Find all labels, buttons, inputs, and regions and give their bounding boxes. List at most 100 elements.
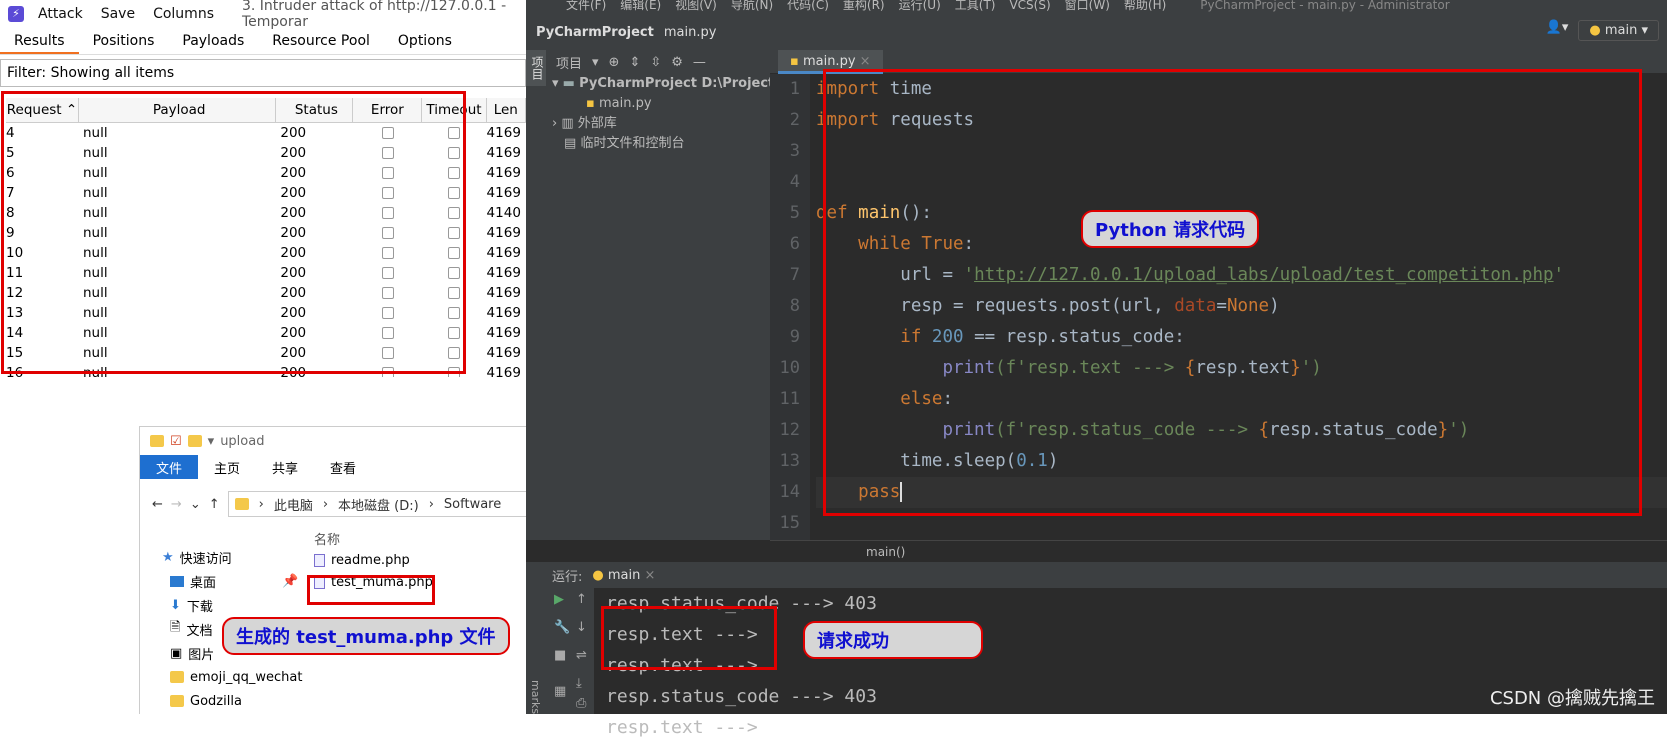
table-row[interactable]: 14 null 200 4169 [6,323,526,343]
menu-run[interactable]: 运行(U) [899,0,941,14]
up-icon[interactable]: ↑ [209,497,220,512]
table-row[interactable]: 7 null 200 4169 [6,183,526,203]
tree-root[interactable]: ▾ ▬ PyCharmProject D:\Project\Py [546,74,770,94]
table-row[interactable]: 13 null 200 4169 [6,303,526,323]
table-row[interactable]: 4 null 200 4169 [6,123,526,143]
checkbox-icon[interactable] [381,287,394,299]
gear-icon[interactable]: ⚙ [671,55,683,70]
scroll-end-icon[interactable]: ⤓ [576,676,582,691]
stop-icon[interactable]: ■ [554,648,566,663]
table-row[interactable]: 12 null 200 4169 [6,283,526,303]
checkbox-icon[interactable] [381,187,394,199]
tree-main-py[interactable]: ▪ main.py [546,94,770,114]
tab-positions[interactable]: Positions [79,28,169,54]
nav-downloads[interactable]: ⬇ 下载 [162,593,302,617]
path-this-pc[interactable]: 此电脑 [274,495,313,514]
collapse-icon[interactable]: ⇳ [650,55,661,70]
checkbox-icon[interactable] [381,247,394,259]
editor-breadcrumb[interactable]: main() [770,540,1667,562]
menu-window[interactable]: 窗口(W) [1065,0,1110,14]
col-error[interactable]: Error [353,98,423,122]
table-row[interactable]: 5 null 200 4169 [6,143,526,163]
tab-resource-pool[interactable]: Resource Pool [258,28,384,54]
checkbox-icon[interactable] [448,227,461,239]
checkbox-icon[interactable] [381,207,394,219]
print-icon[interactable]: ⎙ [576,696,586,711]
menu-navigate[interactable]: 导航(N) [731,0,773,14]
table-row[interactable]: 6 null 200 4169 [6,163,526,183]
checkbox-icon[interactable] [448,367,461,377]
rerun-icon[interactable]: ▶ [554,592,564,607]
checkbox-icon[interactable] [381,267,394,279]
dropdown-icon[interactable]: ▾ [592,55,599,70]
layout-icon[interactable]: ▦ [554,684,566,699]
project-label[interactable]: 项目 [556,53,582,72]
path-box[interactable]: › 此电脑 › 本地磁盘 (D:) › Software [227,491,527,517]
scroll-up-icon[interactable]: ↑ [576,592,587,607]
menu-columns[interactable]: Columns [153,6,214,22]
checkbox-icon[interactable] [448,187,461,199]
table-row[interactable]: 15 null 200 4169 [6,343,526,363]
checkbox-icon[interactable] [381,147,394,159]
project-side-bar[interactable]: 项目 [526,50,549,540]
menu-save[interactable]: Save [101,6,135,22]
forward-icon[interactable]: → [171,497,182,512]
col-payload[interactable]: Payload [79,98,277,122]
close-icon[interactable]: × [645,568,656,583]
tab-payloads[interactable]: Payloads [168,28,258,54]
locate-icon[interactable]: ⊕ [609,55,620,70]
close-icon[interactable]: × [860,54,871,69]
ribbon-file[interactable]: 文件 [140,455,199,479]
path-software[interactable]: Software [444,497,501,512]
run-tab[interactable]: ● main × [592,568,655,583]
path-drive[interactable]: 本地磁盘 (D:) [338,495,419,514]
col-request[interactable]: Request ⌃ [6,98,79,122]
table-row[interactable]: 8 null 200 4140 [6,203,526,223]
expand-icon[interactable]: ⇕ [629,55,640,70]
table-row[interactable]: 10 null 200 4169 [6,243,526,263]
checkbox-icon[interactable] [381,167,394,179]
code-editor[interactable]: import time import requests def main(): … [816,74,1667,540]
project-crumb[interactable]: PyCharmProject [536,25,654,40]
soft-wrap-icon[interactable]: ⇌ [576,648,587,663]
checkbox-icon[interactable] [448,127,461,139]
table-row[interactable]: 9 null 200 4169 [6,223,526,243]
nav-desktop[interactable]: 桌面 📌 [162,569,302,593]
col-length[interactable]: Len [487,98,526,122]
minimize-icon[interactable]: — [693,55,706,70]
tab-options[interactable]: Options [384,28,466,54]
menu-code[interactable]: 代码(C) [787,0,829,14]
tab-main-py[interactable]: ▪ main.py × [778,50,883,74]
tab-results[interactable]: Results [0,28,79,54]
checkbox-icon[interactable] [381,307,394,319]
wrench-icon[interactable]: 🔧 [554,620,570,635]
checkbox-icon[interactable] [381,367,394,377]
column-name[interactable]: 名称 [314,527,433,549]
checkbox-icon[interactable] [381,227,394,239]
file-test-muma[interactable]: test_muma.php [314,571,433,593]
checkbox-icon[interactable] [381,127,394,139]
checkbox-icon[interactable] [448,327,461,339]
tree-external-libs[interactable]: › ▥ 外部库 [546,114,770,134]
menu-edit[interactable]: 编辑(E) [620,0,661,14]
checkbox-icon[interactable] [448,207,461,219]
menu-refactor[interactable]: 重构(R) [843,0,885,14]
menu-attack[interactable]: Attack [38,6,83,22]
checkbox-icon[interactable] [448,347,461,359]
menu-tools[interactable]: 工具(T) [955,0,996,14]
checkbox-icon[interactable] [448,147,461,159]
checkbox-icon[interactable] [381,347,394,359]
col-status[interactable]: Status [276,98,354,122]
checkbox-icon[interactable] [381,327,394,339]
run-config-selector[interactable]: ● main ▾ [1578,20,1659,41]
menu-file[interactable]: 文件(F) [566,0,606,14]
col-timeout[interactable]: Timeout [422,98,487,122]
nav-emoji-folder[interactable]: emoji_qq_wechat [162,665,302,689]
nav-godzilla-folder[interactable]: Godzilla [162,689,302,713]
ribbon-home[interactable]: 主页 [198,455,256,479]
file-readme[interactable]: readme.php [314,549,433,571]
checkbox-icon[interactable] [448,287,461,299]
ribbon-view[interactable]: 查看 [314,455,372,479]
dropdown-icon[interactable]: ▾ [208,434,215,449]
menu-vcs[interactable]: VCS(S) [1009,0,1050,14]
